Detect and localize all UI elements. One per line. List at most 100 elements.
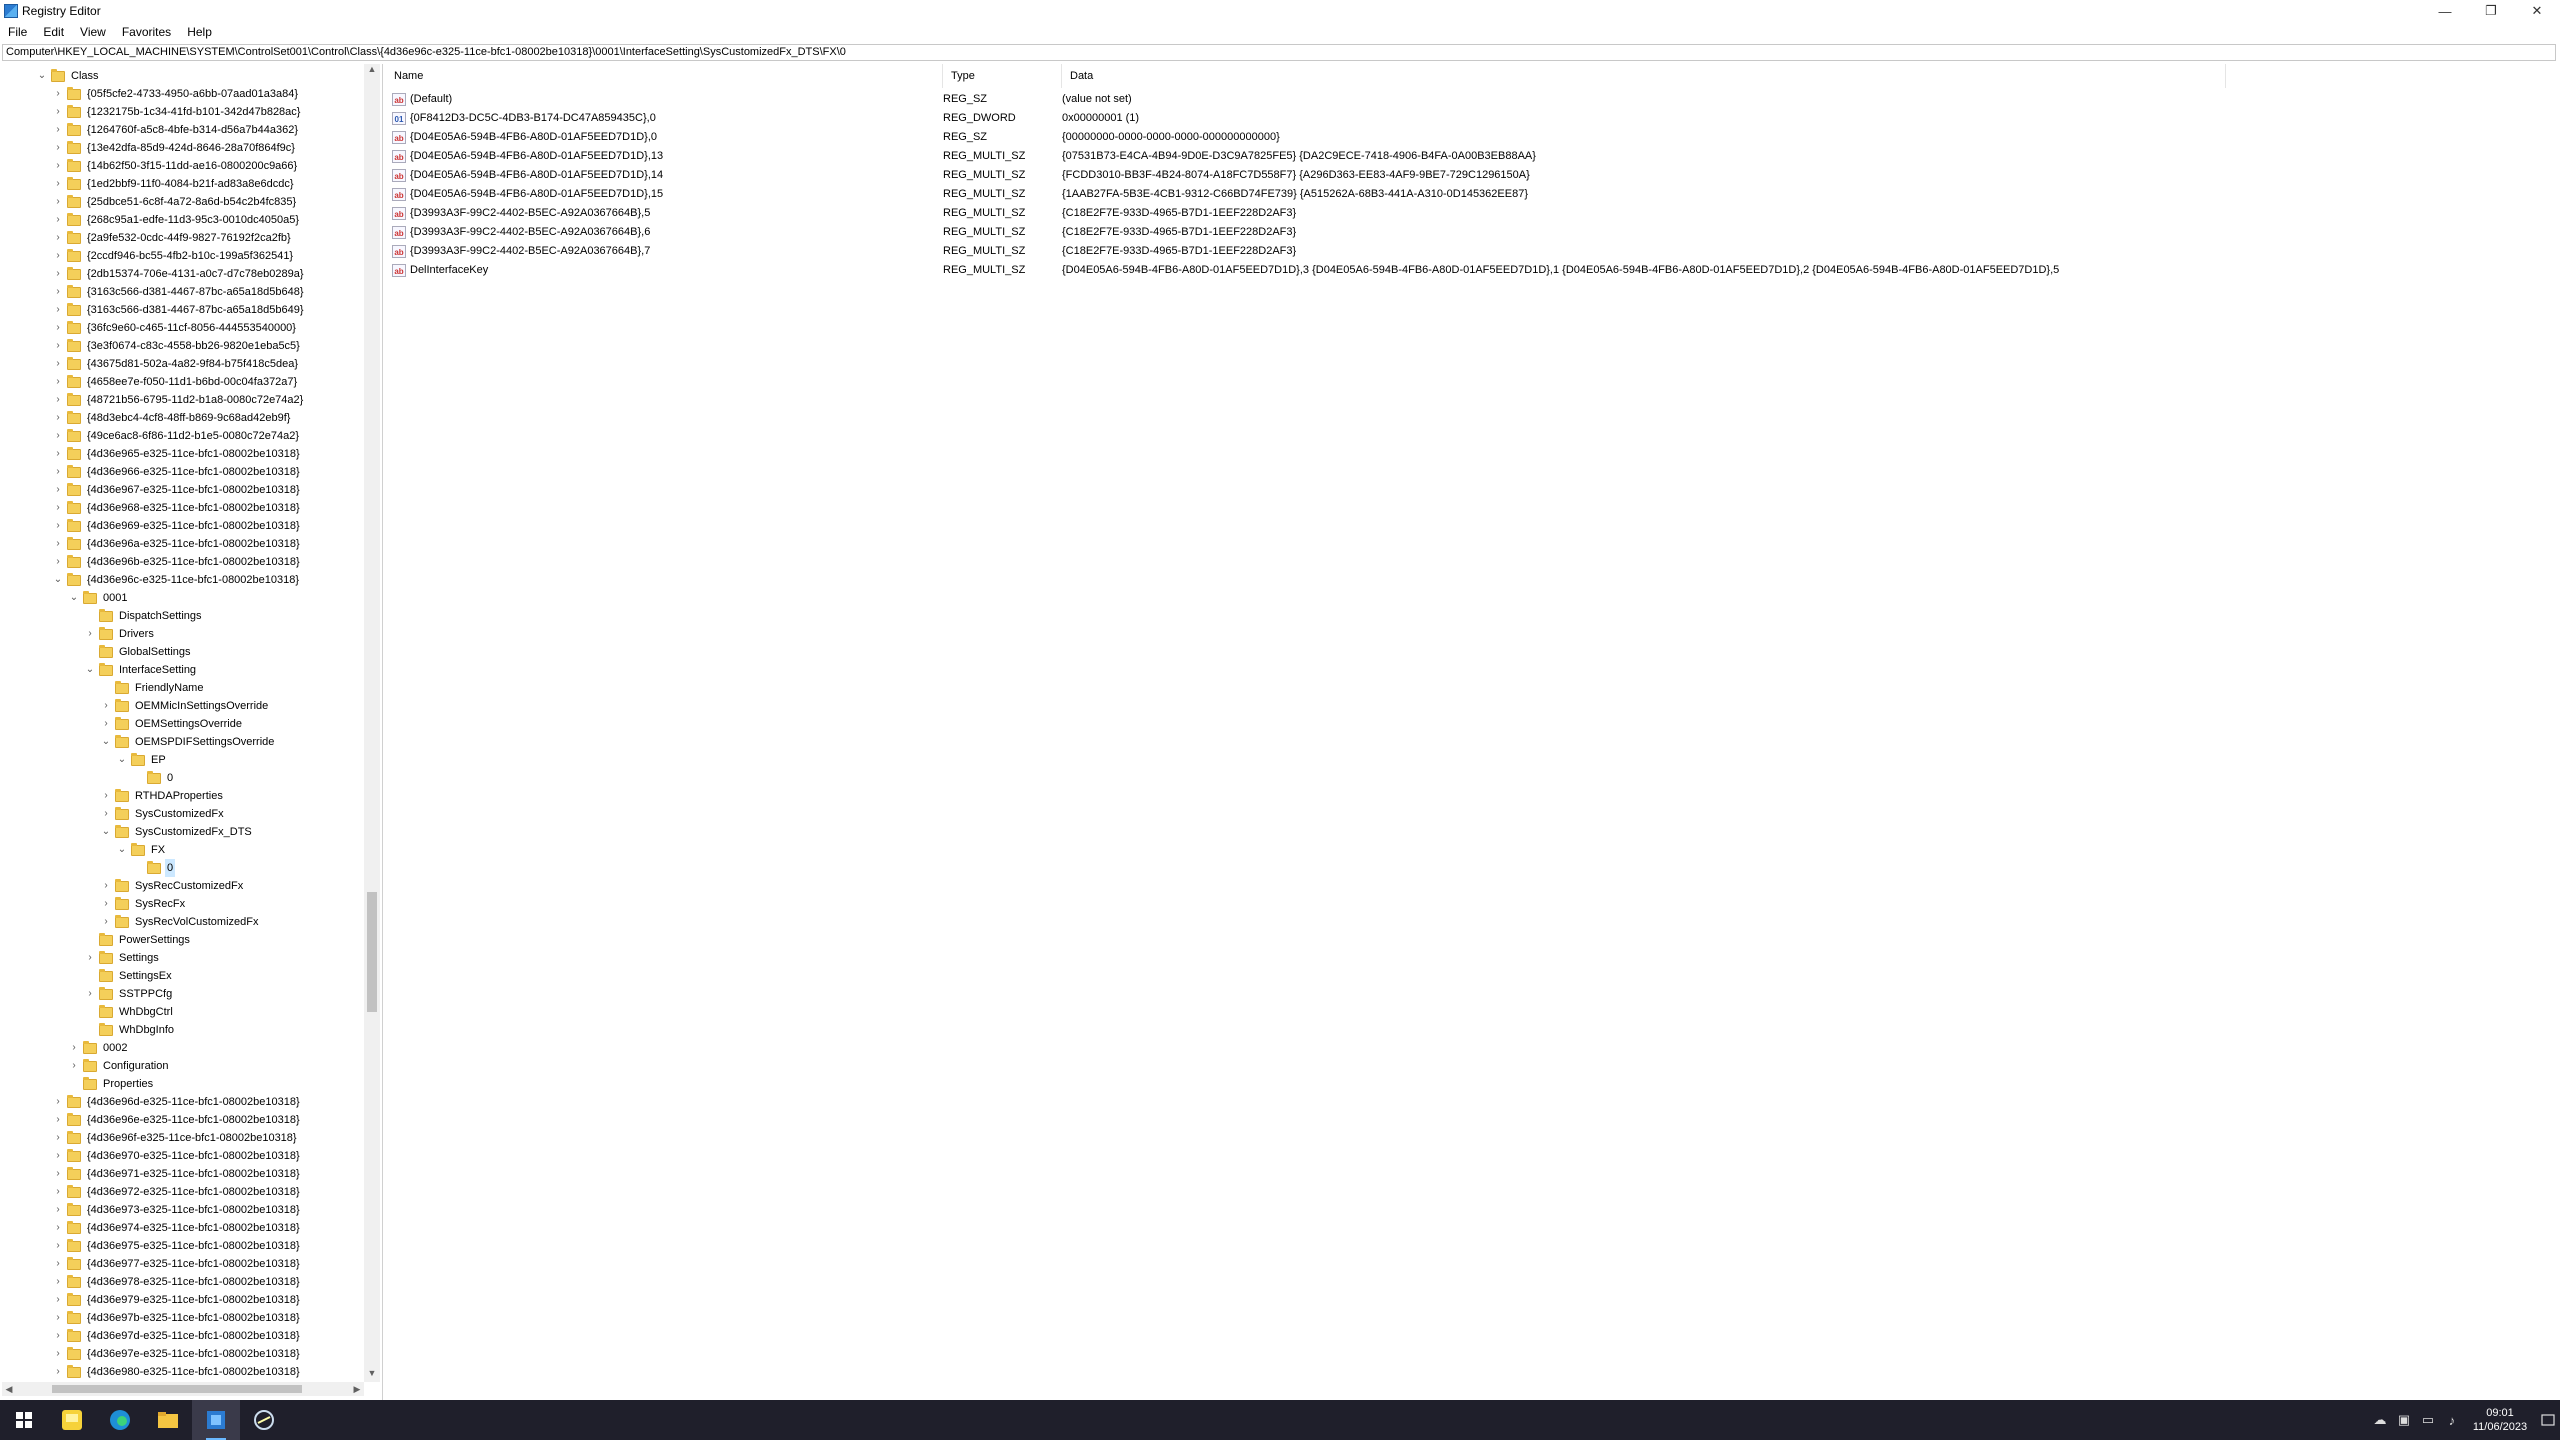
address-bar[interactable]: Computer\HKEY_LOCAL_MACHINE\SYSTEM\Contr… (2, 44, 2556, 61)
tree-node[interactable]: › {48d3ebc4-4cf8-48ff-b869-9c68ad42eb9f} (52, 409, 292, 427)
notification-icon[interactable] (2536, 1400, 2560, 1440)
tree-node[interactable]: WhDbgCtrl (84, 1003, 175, 1021)
tree-horizontal-scrollbar[interactable]: ◀ ▶ (2, 1382, 364, 1396)
chevron-down-icon[interactable]: ⌄ (116, 841, 128, 859)
chevron-right-icon[interactable]: › (100, 877, 112, 895)
chevron-right-icon[interactable]: › (100, 913, 112, 931)
chevron-right-icon[interactable]: › (52, 283, 64, 301)
chevron-right-icon[interactable]: › (84, 985, 96, 1003)
taskbar-app[interactable] (240, 1400, 288, 1440)
tree-node[interactable]: › {4d36e966-e325-11ce-bfc1-08002be10318} (52, 463, 302, 481)
tree-node[interactable]: ⌄ InterfaceSetting (84, 661, 198, 679)
scroll-thumb[interactable] (367, 892, 377, 1012)
chevron-right-icon[interactable]: › (52, 409, 64, 427)
chevron-right-icon[interactable]: › (52, 337, 64, 355)
tree-node[interactable]: › {4d36e980-e325-11ce-bfc1-08002be10318} (52, 1363, 302, 1381)
chevron-right-icon[interactable]: › (68, 1039, 80, 1057)
tree-node[interactable]: › Configuration (68, 1057, 170, 1075)
scroll-down-icon[interactable]: ▼ (364, 1368, 380, 1382)
tree-node[interactable]: › SysCustomizedFx (100, 805, 226, 823)
chevron-right-icon[interactable]: › (52, 1147, 64, 1165)
chevron-right-icon[interactable]: › (52, 265, 64, 283)
chevron-right-icon[interactable]: › (52, 175, 64, 193)
tree-node[interactable]: WhDbgInfo (84, 1021, 176, 1039)
tree-node[interactable]: › SysRecFx (100, 895, 187, 913)
chevron-right-icon[interactable]: › (52, 481, 64, 499)
tree-node[interactable]: › {2a9fe532-0cdc-44f9-9827-76192f2ca2fb} (52, 229, 293, 247)
tree-node[interactable]: › {4d36e978-e325-11ce-bfc1-08002be10318} (52, 1273, 302, 1291)
scroll-thumb-horizontal[interactable] (52, 1385, 302, 1393)
taskbar-file-explorer[interactable] (144, 1400, 192, 1440)
value-row[interactable]: ab {D3993A3F-99C2-4402-B5EC-A92A0367664B}… (386, 242, 2462, 261)
chevron-right-icon[interactable]: › (52, 1201, 64, 1219)
tree-node[interactable]: ⌄ Class (36, 67, 101, 85)
tree-node[interactable]: › {4658ee7e-f050-11d1-b6bd-00c04fa372a7} (52, 373, 299, 391)
tree-node[interactable]: › {4d36e975-e325-11ce-bfc1-08002be10318} (52, 1237, 302, 1255)
tree-node[interactable]: › {25dbce51-6c8f-4a72-8a6d-b54c2b4fc835} (52, 193, 298, 211)
tree-node[interactable]: › {4d36e96e-e325-11ce-bfc1-08002be10318} (52, 1111, 302, 1129)
tree-node[interactable]: › OEMMicInSettingsOverride (100, 697, 270, 715)
chevron-right-icon[interactable]: › (52, 103, 64, 121)
chevron-right-icon[interactable]: › (52, 373, 64, 391)
menu-edit[interactable]: Edit (35, 25, 72, 39)
tree-node[interactable]: › {4d36e96d-e325-11ce-bfc1-08002be10318} (52, 1093, 302, 1111)
scroll-right-icon[interactable]: ▶ (350, 1382, 364, 1396)
column-header-data[interactable]: Data (1062, 64, 2226, 88)
chevron-right-icon[interactable]: › (52, 517, 64, 535)
tree-node[interactable]: › {4d36e972-e325-11ce-bfc1-08002be10318} (52, 1183, 302, 1201)
chevron-right-icon[interactable]: › (52, 1165, 64, 1183)
tree-node[interactable]: 0 (132, 769, 175, 787)
chevron-right-icon[interactable]: › (52, 1111, 64, 1129)
tree-node[interactable]: › SSTPPCfg (84, 985, 174, 1003)
chevron-right-icon[interactable]: › (52, 139, 64, 157)
scroll-up-icon[interactable]: ▲ (364, 64, 380, 78)
tree-node[interactable]: › {2ccdf946-bc55-4fb2-b10c-199a5f362541} (52, 247, 295, 265)
chevron-down-icon[interactable]: ⌄ (100, 823, 112, 841)
chevron-down-icon[interactable]: ⌄ (52, 571, 64, 589)
chevron-right-icon[interactable]: › (52, 229, 64, 247)
tree-node[interactable]: › {4d36e973-e325-11ce-bfc1-08002be10318} (52, 1201, 302, 1219)
value-row[interactable]: ab {D04E05A6-594B-4FB6-A80D-01AF5EED7D1D}… (386, 166, 2462, 185)
network-icon[interactable]: ▭ (2416, 1400, 2440, 1440)
tree-node[interactable]: › {48721b56-6795-11d2-b1a8-0080c72e74a2} (52, 391, 305, 409)
chevron-right-icon[interactable]: › (52, 121, 64, 139)
tree-node[interactable]: ⌄ EP (116, 751, 168, 769)
chevron-right-icon[interactable]: › (52, 445, 64, 463)
minimize-button[interactable]: — (2422, 0, 2468, 22)
menu-view[interactable]: View (72, 25, 114, 39)
chevron-right-icon[interactable]: › (52, 391, 64, 409)
chevron-right-icon[interactable]: › (52, 319, 64, 337)
maximize-button[interactable]: ❐ (2468, 0, 2514, 22)
taskbar-registry-editor[interactable] (192, 1400, 240, 1440)
chevron-right-icon[interactable]: › (52, 1237, 64, 1255)
value-row[interactable]: ab DelInterfaceKey REG_MULTI_SZ {D04E05A6-5… (386, 261, 2462, 280)
tree-node[interactable]: › {4d36e97b-e325-11ce-bfc1-08002be10318} (52, 1309, 302, 1327)
tree-node[interactable]: › OEMSettingsOverride (100, 715, 244, 733)
chevron-right-icon[interactable]: › (52, 1219, 64, 1237)
column-header-name[interactable]: Name (386, 64, 943, 88)
tree-node[interactable]: › {4d36e968-e325-11ce-bfc1-08002be10318} (52, 499, 302, 517)
chevron-right-icon[interactable]: › (52, 1129, 64, 1147)
chevron-right-icon[interactable]: › (52, 193, 64, 211)
tree-node[interactable]: Properties (68, 1075, 155, 1093)
chevron-right-icon[interactable]: › (52, 211, 64, 229)
clock[interactable]: 09:01 11/06/2023 (2464, 1406, 2536, 1434)
chevron-right-icon[interactable]: › (52, 1363, 64, 1381)
chevron-right-icon[interactable]: › (84, 949, 96, 967)
tree-node[interactable]: ⌄ {4d36e96c-e325-11ce-bfc1-08002be10318} (52, 571, 301, 589)
chevron-right-icon[interactable]: › (52, 463, 64, 481)
chevron-right-icon[interactable]: › (52, 1345, 64, 1363)
chevron-right-icon[interactable]: › (84, 625, 96, 643)
tree-node[interactable]: ⌄ 0001 (68, 589, 129, 607)
tree-node[interactable]: DispatchSettings (84, 607, 204, 625)
tree-node[interactable]: SettingsEx (84, 967, 174, 985)
tree-node[interactable]: › {4d36e969-e325-11ce-bfc1-08002be10318} (52, 517, 302, 535)
tray-app-icon[interactable]: ▣ (2392, 1400, 2416, 1440)
tree-node[interactable]: › {14b62f50-3f15-11dd-ae16-0800200c9a66} (52, 157, 299, 175)
tree-node[interactable]: › {3163c566-d381-4467-87bc-a65a18d5b648} (52, 283, 306, 301)
tree-node[interactable]: › {4d36e970-e325-11ce-bfc1-08002be10318} (52, 1147, 302, 1165)
menu-file[interactable]: File (0, 25, 35, 39)
tree-node[interactable]: ⌄ FX (116, 841, 167, 859)
tree-node[interactable]: › {1ed2bbf9-11f0-4084-b21f-ad83a8e6dcdc} (52, 175, 296, 193)
taskbar-sticky-notes[interactable] (48, 1400, 96, 1440)
